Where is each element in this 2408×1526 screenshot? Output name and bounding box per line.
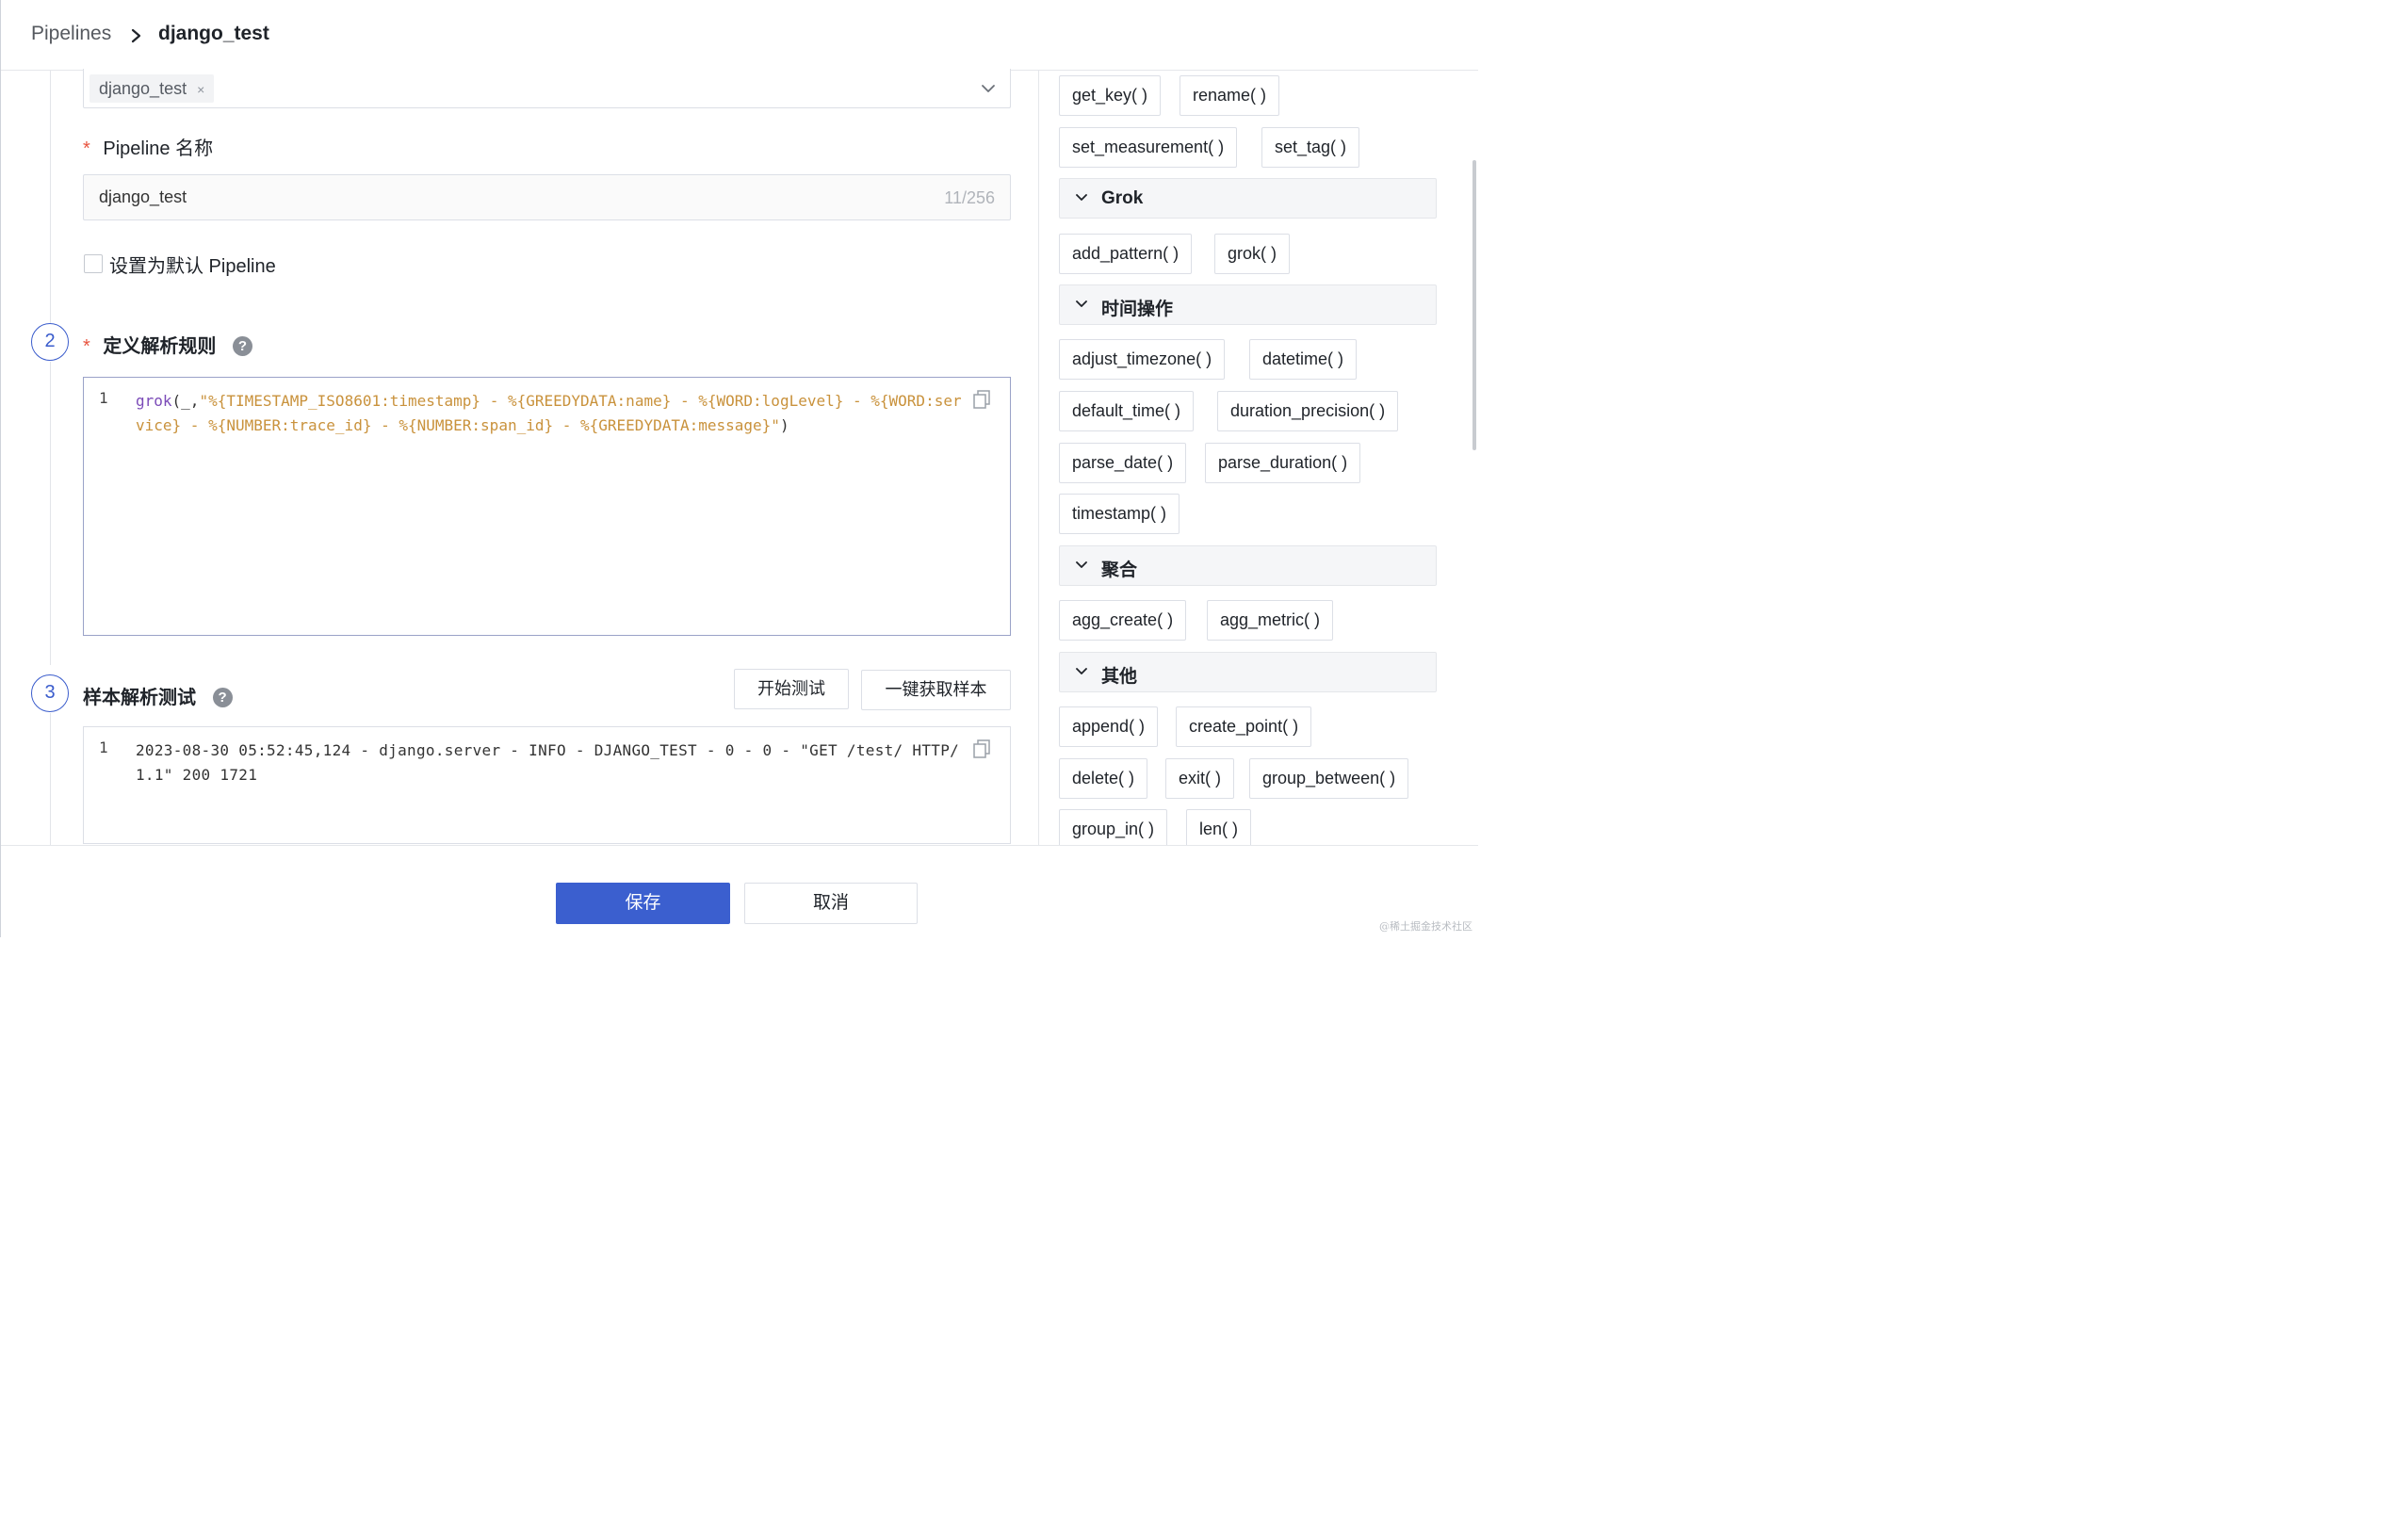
watermark: @稀土掘金技术社区: [1379, 920, 1472, 933]
help-icon[interactable]: ?: [212, 688, 233, 707]
breadcrumb-current: django_test: [158, 23, 269, 44]
fn-group-in[interactable]: group_in( ): [1059, 809, 1168, 850]
panel-divider: [1038, 71, 1039, 846]
fn-group-between[interactable]: group_between( ): [1249, 758, 1409, 799]
fn-agg-create[interactable]: agg_create( ): [1059, 600, 1187, 641]
step-rail-line: [50, 713, 51, 845]
line-number: 1: [99, 389, 108, 407]
fn-adjust-timezone[interactable]: adjust_timezone( ): [1059, 339, 1226, 380]
fn-exit[interactable]: exit( ): [1165, 758, 1234, 799]
breadcrumb-pipelines-link[interactable]: Pipelines: [31, 23, 111, 45]
chevron-right-icon: [131, 28, 141, 43]
group-title: 时间操作: [1101, 300, 1174, 319]
pipeline-name-input[interactable]: django_test 11/256: [83, 174, 1011, 220]
fn-duration-precision[interactable]: duration_precision( ): [1217, 391, 1399, 431]
tag-close-icon[interactable]: ×: [197, 82, 204, 97]
fn-create-point[interactable]: create_point( ): [1176, 706, 1312, 747]
group-aggregate[interactable]: 聚合: [1059, 545, 1437, 586]
copy-icon[interactable]: [972, 389, 991, 410]
fn-parse-date[interactable]: parse_date( ): [1059, 443, 1187, 483]
group-time[interactable]: 时间操作: [1059, 284, 1437, 325]
fn-len[interactable]: len( ): [1186, 809, 1252, 850]
step-2-indicator: 2: [31, 323, 69, 361]
selected-tag-label: django_test: [99, 79, 187, 98]
fn-rename[interactable]: rename( ): [1180, 75, 1280, 116]
group-grok[interactable]: Grok: [1059, 178, 1437, 219]
code-string: "%{TIMESTAMP_ISO8601:timestamp} - %{GREE…: [136, 392, 962, 434]
cancel-button[interactable]: 取消: [744, 883, 918, 924]
step-rail-line: [50, 71, 51, 323]
step-2-heading: * 定义解析规则 ?: [83, 331, 252, 358]
footer-actions: 保存 取消 @稀土掘金技术社区: [1, 845, 1478, 937]
selected-tag: django_test ×: [89, 74, 215, 103]
group-title: 聚合: [1101, 560, 1138, 580]
chevron-down-icon[interactable]: [980, 80, 997, 97]
app-frame: Pipelines django_test django_test × * Pi…: [0, 0, 1478, 937]
chevron-down-icon: [1076, 194, 1087, 201]
help-icon[interactable]: ?: [232, 336, 252, 356]
line-number: 1: [99, 739, 108, 756]
fn-timestamp[interactable]: timestamp( ): [1059, 494, 1180, 534]
code-open: (_,: [171, 392, 200, 410]
pipeline-name-label-text: Pipeline 名称: [103, 138, 214, 159]
page-header: Pipelines django_test: [1, 0, 1478, 71]
group-title: Grok: [1101, 188, 1144, 208]
required-mark: *: [83, 138, 90, 159]
fn-datetime[interactable]: datetime( ): [1249, 339, 1358, 380]
fn-delete[interactable]: delete( ): [1059, 758, 1148, 799]
default-pipeline-checkbox[interactable]: [84, 254, 103, 273]
panel-scrollbar[interactable]: [1472, 160, 1476, 450]
chevron-down-icon: [1076, 561, 1087, 568]
fn-default-time[interactable]: default_time( ): [1059, 391, 1195, 431]
step-rail-line: [50, 362, 51, 665]
rule-code[interactable]: grok(_,"%{TIMESTAMP_ISO8601:timestamp} -…: [136, 389, 965, 438]
group-other[interactable]: 其他: [1059, 652, 1437, 692]
default-pipeline-label[interactable]: 设置为默认 Pipeline: [109, 251, 276, 278]
char-counter: 11/256: [944, 188, 995, 207]
required-mark: *: [83, 336, 90, 357]
fn-set-measurement[interactable]: set_measurement( ): [1059, 127, 1238, 168]
chevron-down-icon: [1076, 300, 1087, 307]
pipeline-name-value[interactable]: django_test: [99, 187, 187, 207]
fn-get-key[interactable]: get_key( ): [1059, 75, 1162, 116]
step-2-title: 定义解析规则: [103, 336, 217, 357]
fn-grok[interactable]: grok( ): [1214, 234, 1291, 274]
fn-append[interactable]: append( ): [1059, 706, 1159, 747]
fetch-sample-button[interactable]: 一键获取样本: [861, 670, 1011, 710]
save-button[interactable]: 保存: [556, 883, 730, 924]
chevron-down-icon: [1076, 668, 1087, 674]
step-3-title: 样本解析测试: [83, 688, 196, 708]
fn-set-tag[interactable]: set_tag( ): [1261, 127, 1360, 168]
group-title: 其他: [1101, 667, 1138, 687]
code-function: grok: [136, 392, 172, 410]
fn-agg-metric[interactable]: agg_metric( ): [1207, 600, 1334, 641]
rule-editor[interactable]: 1 grok(_,"%{TIMESTAMP_ISO8601:timestamp}…: [83, 377, 1011, 636]
start-test-button[interactable]: 开始测试: [734, 669, 849, 709]
copy-icon[interactable]: [972, 739, 991, 759]
source-select[interactable]: django_test ×: [83, 69, 1011, 108]
fn-add-pattern[interactable]: add_pattern( ): [1059, 234, 1193, 274]
fn-parse-duration[interactable]: parse_duration( ): [1205, 443, 1361, 483]
code-close: ): [779, 416, 789, 434]
sample-code[interactable]: 2023-08-30 05:52:45,124 - django.server …: [136, 739, 965, 787]
sample-editor[interactable]: 1 2023-08-30 05:52:45,124 - django.serve…: [83, 726, 1011, 844]
step-3-heading: 样本解析测试 ?: [83, 682, 233, 709]
pipeline-name-label: * Pipeline 名称: [83, 133, 213, 160]
step-3-indicator: 3: [31, 674, 69, 712]
